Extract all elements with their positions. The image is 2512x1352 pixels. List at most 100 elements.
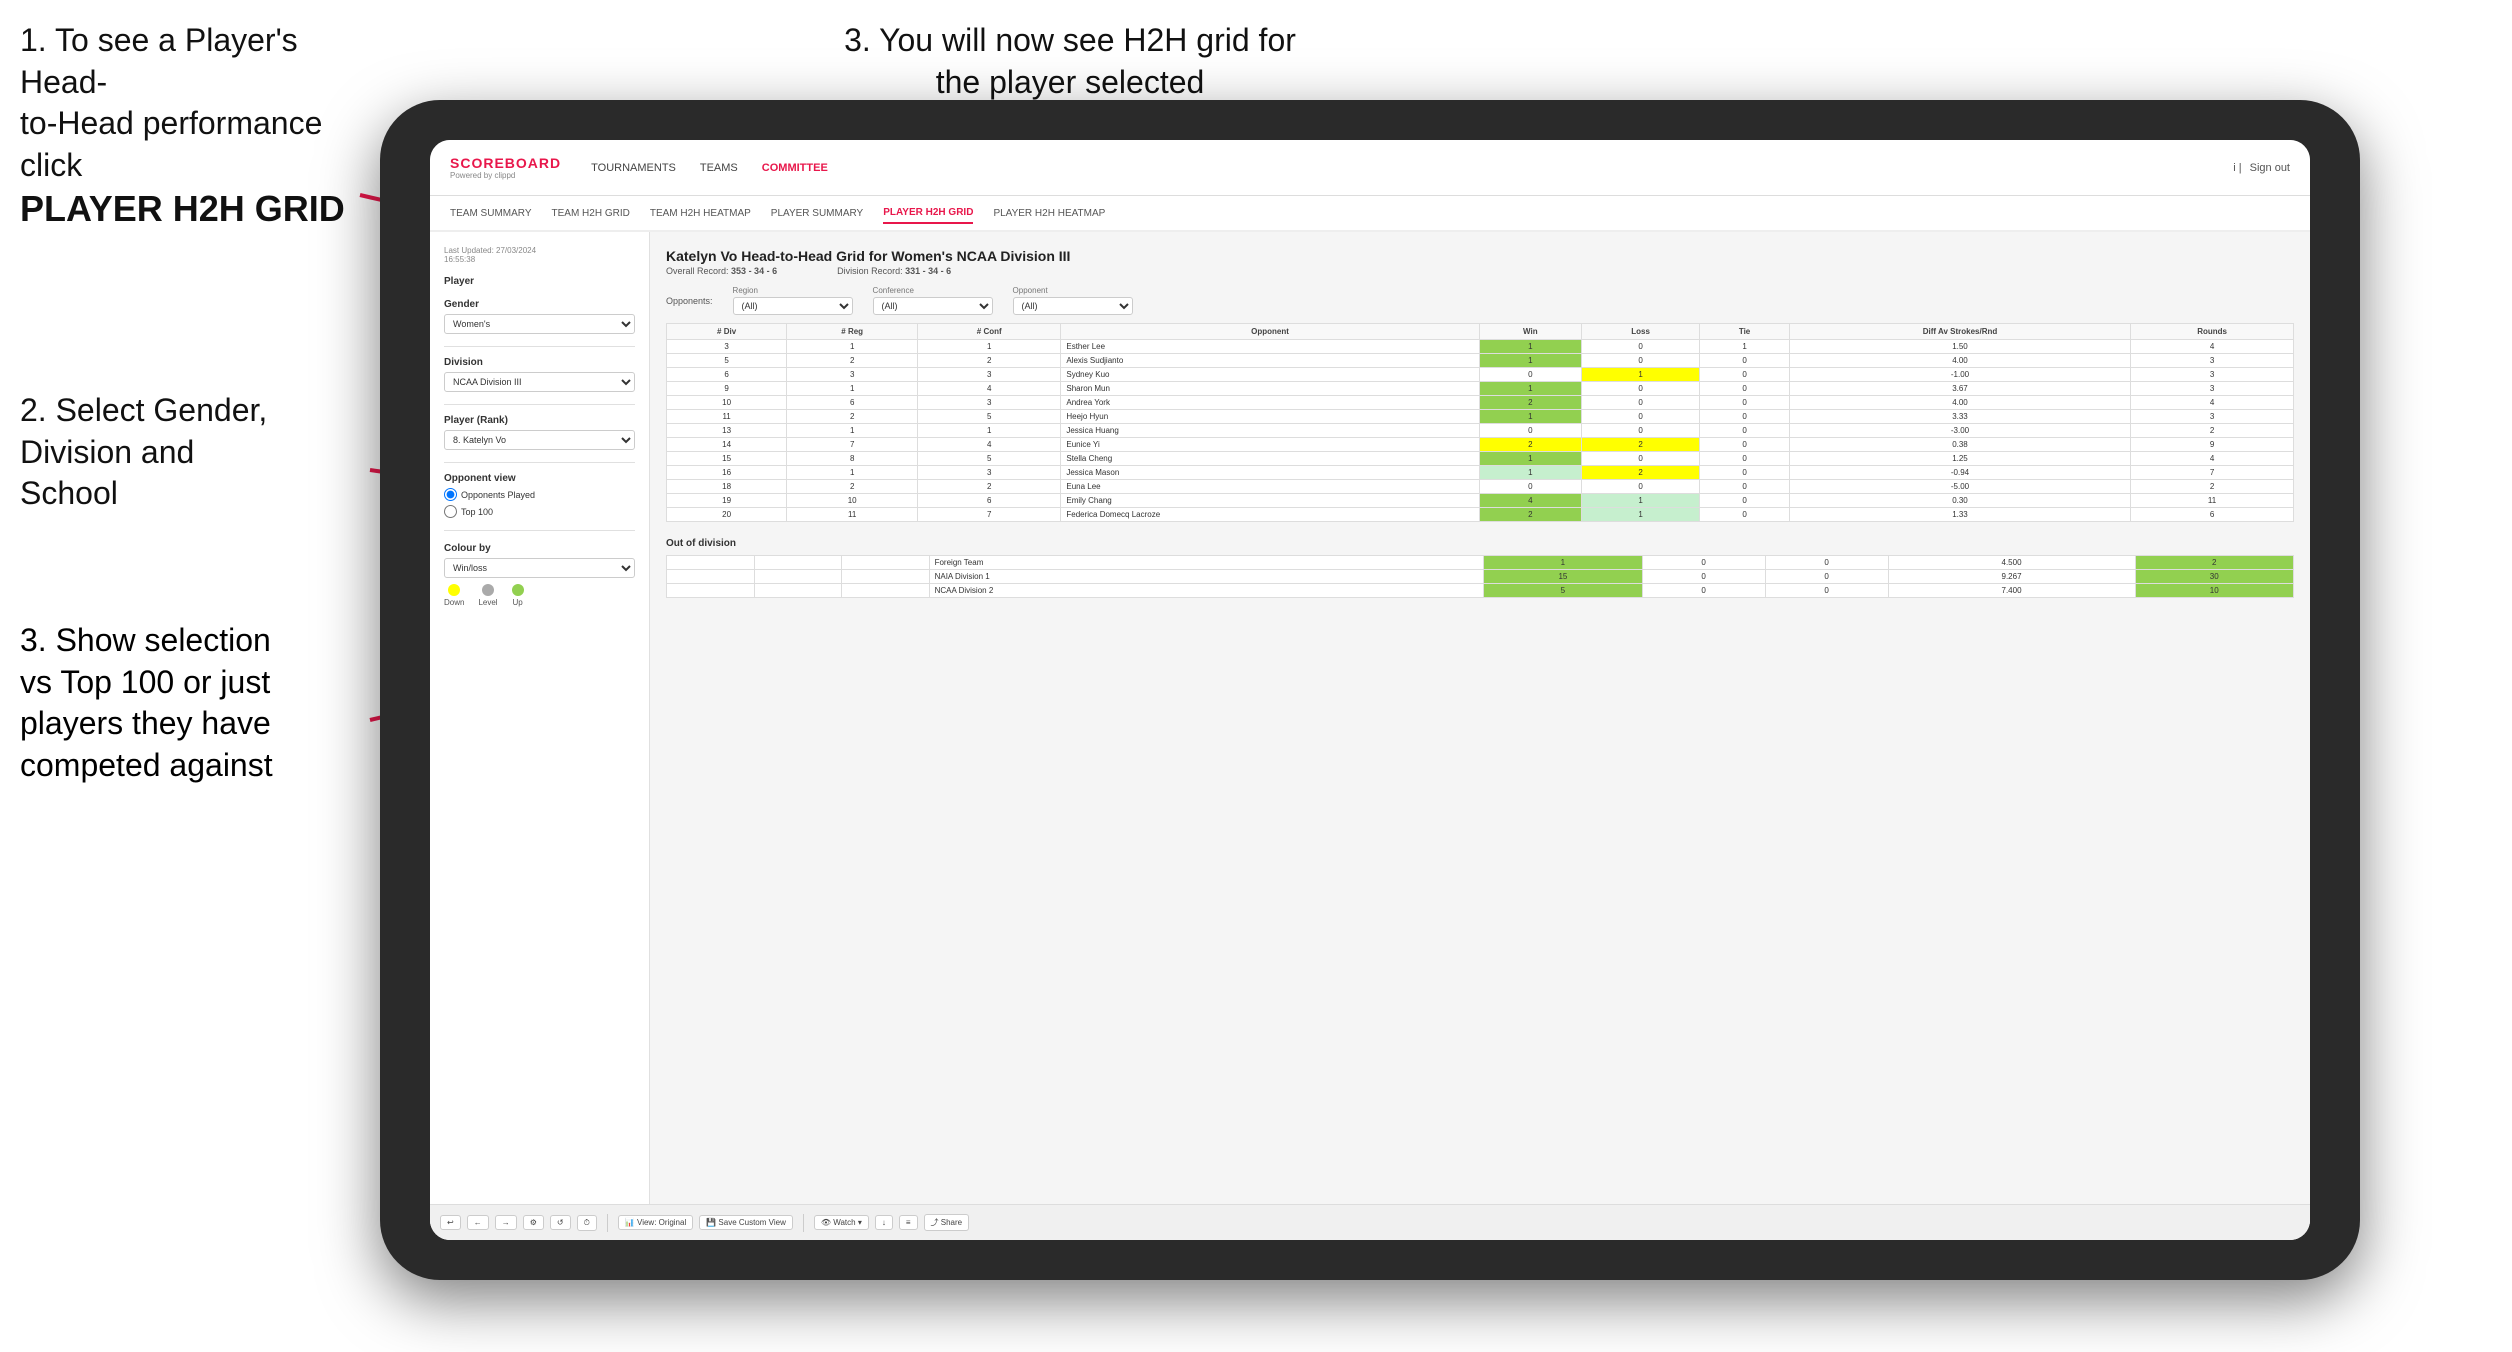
sidebar-colour-section: Colour by Win/loss Down Level xyxy=(444,543,635,607)
out-table-row: NCAA Division 25007.40010 xyxy=(667,584,2294,598)
sidebar-player-rank-select[interactable]: 8. Katelyn Vo xyxy=(444,430,635,450)
table-row: 1125Heejo Hyun1003.333 xyxy=(667,410,2294,424)
toolbar-download[interactable]: ↓ xyxy=(875,1215,893,1230)
sidebar-gender-select[interactable]: Women's xyxy=(444,314,635,334)
out-of-division-table: Foreign Team1004.5002NAIA Division 11500… xyxy=(666,555,2294,598)
out-of-division-title: Out of division xyxy=(666,538,2294,549)
toolbar-sep1 xyxy=(607,1214,608,1232)
sidebar-division-section: Division NCAA Division III xyxy=(444,357,635,392)
nav-logo-title: SCOREBOARD xyxy=(450,155,561,171)
sidebar-gender-label: Gender xyxy=(444,299,635,310)
sidebar-player-section: Player xyxy=(444,276,635,287)
table-row: 633Sydney Kuo010-1.003 xyxy=(667,368,2294,382)
sub-nav-player-h2h-heatmap[interactable]: PLAYER H2H HEATMAP xyxy=(993,204,1105,223)
th-diff: Diff Av Strokes/Rnd xyxy=(1789,324,2130,340)
legend-down: Down xyxy=(444,584,464,607)
toolbar-watch[interactable]: 👁 Watch ▾ xyxy=(814,1215,869,1230)
th-div: # Div xyxy=(667,324,787,340)
sidebar-colour-label: Colour by xyxy=(444,543,635,554)
nav-logo: SCOREBOARD Powered by clippd xyxy=(450,155,561,180)
sidebar-timestamp: Last Updated: 27/03/2024 16:55:38 xyxy=(444,246,635,264)
nav-right: i | Sign out xyxy=(2233,162,2290,174)
sub-nav-player-h2h-grid[interactable]: PLAYER H2H GRID xyxy=(883,203,973,224)
nav-bar: SCOREBOARD Powered by clippd TOURNAMENTS… xyxy=(430,140,2310,196)
sidebar-player-rank-section: Player (Rank) 8. Katelyn Vo xyxy=(444,415,635,450)
instruction-bot-left: 3. Show selection vs Top 100 or just pla… xyxy=(20,620,380,786)
filter-opponent-select[interactable]: (All) xyxy=(1013,297,1133,315)
nav-item-tournaments[interactable]: TOURNAMENTS xyxy=(591,158,676,178)
filter-conference: Conference (All) xyxy=(873,286,993,315)
opponents-label: Opponents: xyxy=(666,296,713,306)
instruction-top-right: 3. You will now see H2H grid for the pla… xyxy=(820,20,1320,103)
table-row: 1311Jessica Huang000-3.002 xyxy=(667,424,2294,438)
sidebar-player-label: Player xyxy=(444,276,635,287)
sub-nav-player-summary[interactable]: PLAYER SUMMARY xyxy=(771,204,863,223)
th-opponent: Opponent xyxy=(1061,324,1479,340)
toolbar-sep2 xyxy=(803,1214,804,1232)
sidebar: Last Updated: 27/03/2024 16:55:38 Player… xyxy=(430,232,650,1240)
sub-nav-team-h2h-heatmap[interactable]: TEAM H2H HEATMAP xyxy=(650,204,751,223)
table-row: 522Alexis Sudjianto1004.003 xyxy=(667,354,2294,368)
grid-title: Katelyn Vo Head-to-Head Grid for Women's… xyxy=(666,248,2294,264)
main-data-table: # Div # Reg # Conf Opponent Win Loss Tie… xyxy=(666,323,2294,522)
out-table-row: Foreign Team1004.5002 xyxy=(667,556,2294,570)
sub-nav-team-summary[interactable]: TEAM SUMMARY xyxy=(450,204,532,223)
filter-row: Opponents: Region (All) Conference (All) xyxy=(666,286,2294,315)
nav-item-teams[interactable]: TEAMS xyxy=(700,158,738,178)
tablet-frame: SCOREBOARD Powered by clippd TOURNAMENTS… xyxy=(380,100,2360,1280)
th-tie: Tie xyxy=(1700,324,1789,340)
toolbar-refresh[interactable]: ↺ xyxy=(550,1215,571,1230)
sub-nav-team-h2h-grid[interactable]: TEAM H2H GRID xyxy=(552,204,630,223)
legend-down-dot xyxy=(448,584,460,596)
sub-nav: TEAM SUMMARY TEAM H2H GRID TEAM H2H HEAT… xyxy=(430,196,2310,232)
th-loss: Loss xyxy=(1581,324,1699,340)
toolbar-view-original[interactable]: 📊 View: Original xyxy=(618,1215,693,1230)
th-rounds: Rounds xyxy=(2131,324,2294,340)
sidebar-division-select[interactable]: NCAA Division III xyxy=(444,372,635,392)
toolbar-list[interactable]: ≡ xyxy=(899,1215,918,1230)
toolbar-back[interactable]: ← xyxy=(467,1215,489,1230)
instruction-mid-left: 2. Select Gender, Division and School xyxy=(20,390,370,515)
th-conf: # Conf xyxy=(918,324,1061,340)
sidebar-opponent-view-section: Opponent view Opponents Played Top 100 xyxy=(444,473,635,518)
main-content: Last Updated: 27/03/2024 16:55:38 Player… xyxy=(430,232,2310,1240)
th-reg: # Reg xyxy=(787,324,918,340)
table-row: 1822Euna Lee000-5.002 xyxy=(667,480,2294,494)
sidebar-radio-opponents-played[interactable]: Opponents Played xyxy=(444,488,635,501)
table-row: 914Sharon Mun1003.673 xyxy=(667,382,2294,396)
toolbar-settings[interactable]: ⚙ xyxy=(523,1215,544,1230)
legend-level-dot xyxy=(482,584,494,596)
grid-records: Overall Record: 353 - 34 - 6 Division Re… xyxy=(666,266,2294,276)
filter-region-select[interactable]: (All) xyxy=(733,297,853,315)
table-row: 1585Stella Cheng1001.254 xyxy=(667,452,2294,466)
legend-up-dot xyxy=(512,584,524,596)
table-row: 19106Emily Chang4100.3011 xyxy=(667,494,2294,508)
sidebar-radio-group: Opponents Played Top 100 xyxy=(444,488,635,518)
sidebar-division-label: Division xyxy=(444,357,635,368)
sign-out-link[interactable]: Sign out xyxy=(2250,162,2290,174)
nav-logo-sub: Powered by clippd xyxy=(450,171,561,180)
toolbar-save-custom[interactable]: 💾 Save Custom View xyxy=(699,1215,793,1230)
toolbar-share[interactable]: ⤴ Share xyxy=(924,1214,970,1231)
toolbar-undo[interactable]: ↩ xyxy=(440,1215,461,1230)
filter-conference-select[interactable]: (All) xyxy=(873,297,993,315)
legend-level: Level xyxy=(478,584,497,607)
table-row: 20117Federica Domecq Lacroze2101.336 xyxy=(667,508,2294,522)
th-win: Win xyxy=(1479,324,1581,340)
bottom-toolbar: ↩ ← → ⚙ ↺ ⏱ 📊 View: Original 💾 Save Cust… xyxy=(430,1204,2310,1240)
filter-opponent: Opponent (All) xyxy=(1013,286,1133,315)
sidebar-player-rank-label: Player (Rank) xyxy=(444,415,635,426)
table-row: 1613Jessica Mason120-0.947 xyxy=(667,466,2294,480)
sidebar-opponent-view-label: Opponent view xyxy=(444,473,635,484)
nav-items: TOURNAMENTS TEAMS COMMITTEE xyxy=(591,158,2233,178)
sidebar-colour-select[interactable]: Win/loss xyxy=(444,558,635,578)
toolbar-forward[interactable]: → xyxy=(495,1215,517,1230)
sidebar-radio-top100[interactable]: Top 100 xyxy=(444,505,635,518)
out-table-row: NAIA Division 115009.26730 xyxy=(667,570,2294,584)
legend-up: Up xyxy=(512,584,524,607)
toolbar-time[interactable]: ⏱ xyxy=(577,1215,597,1231)
table-row: 311Esther Lee1011.504 xyxy=(667,340,2294,354)
division-record: Division Record: 331 - 34 - 6 xyxy=(837,266,951,276)
legend-circles: Down Level Up xyxy=(444,584,635,607)
nav-item-committee[interactable]: COMMITTEE xyxy=(762,158,828,178)
